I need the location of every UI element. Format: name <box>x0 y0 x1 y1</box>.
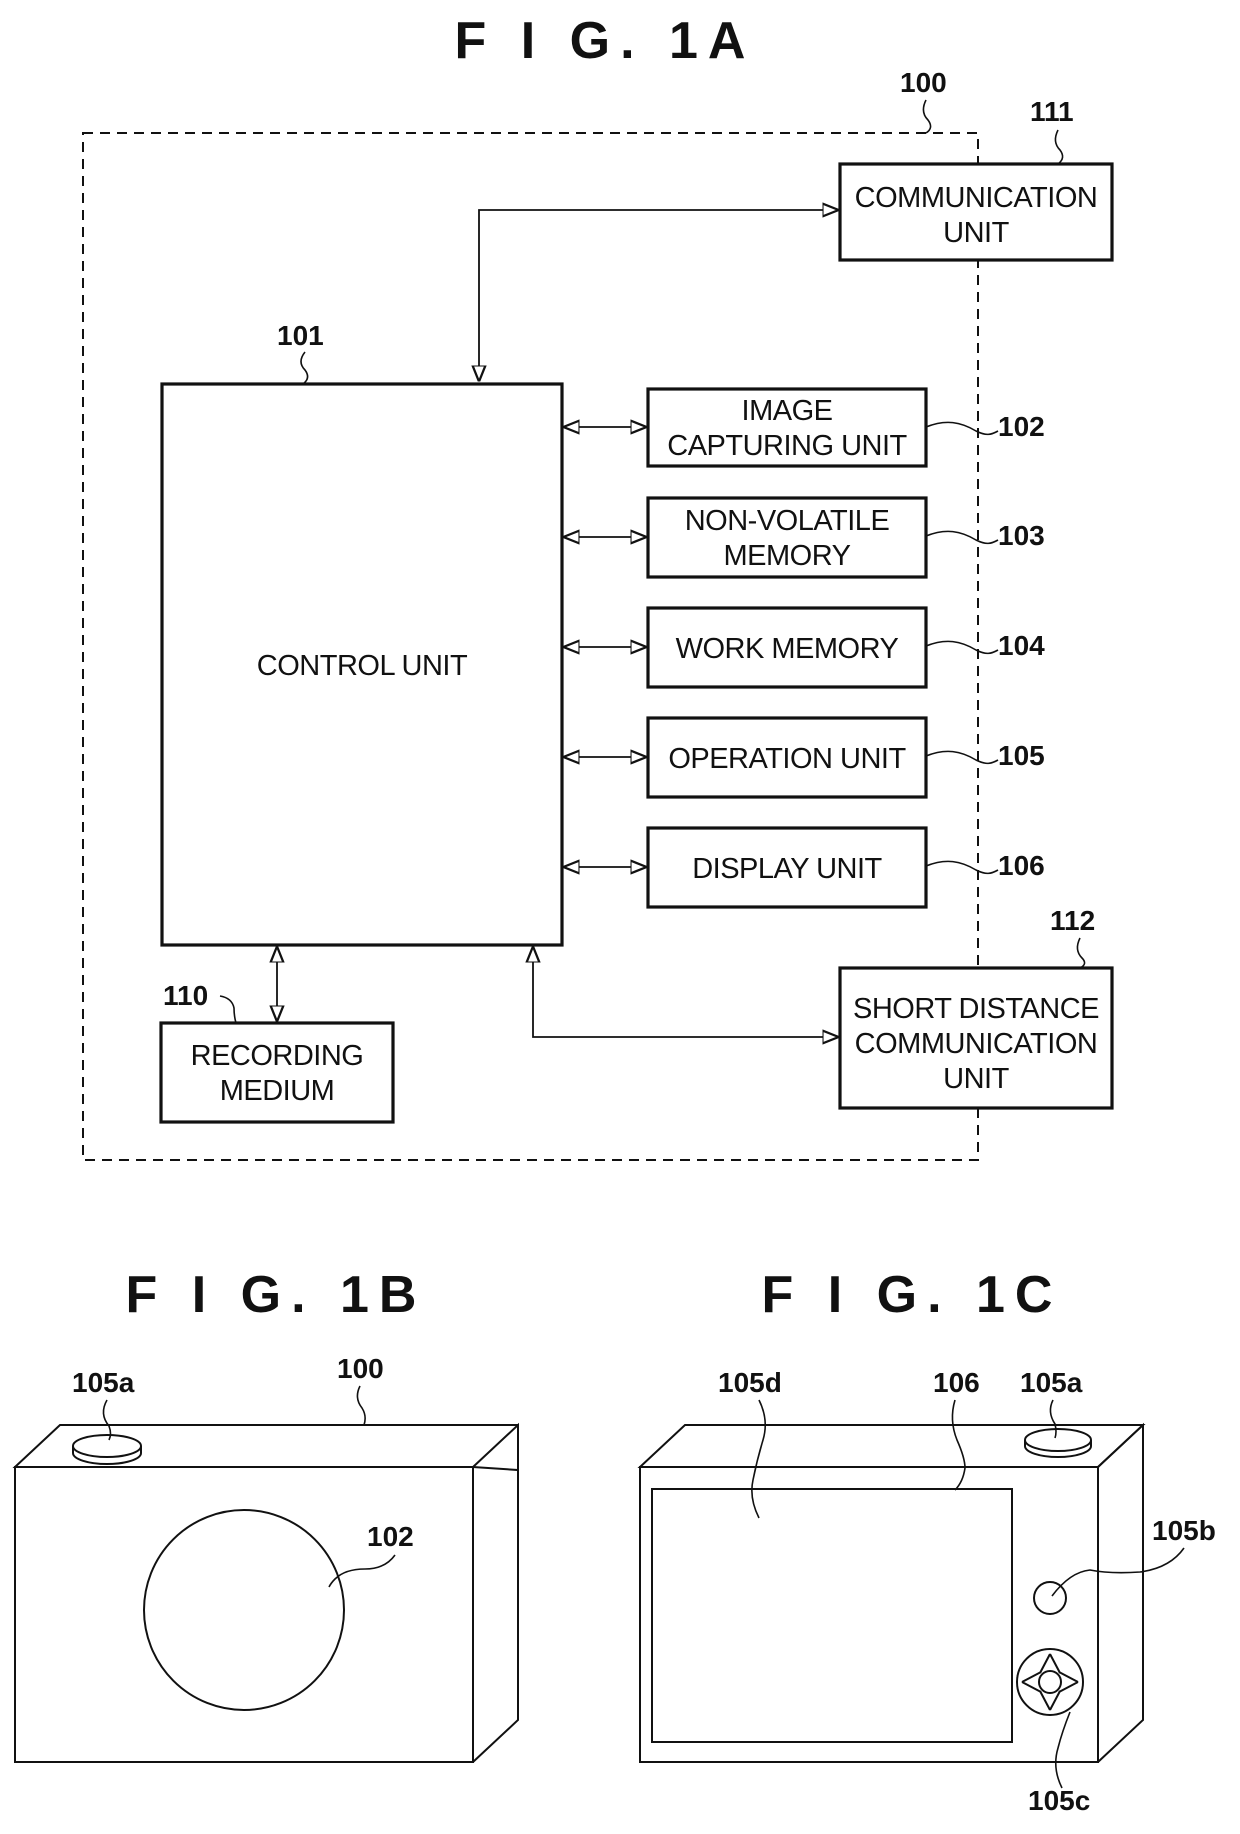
ref-106-rear: 106 <box>933 1367 980 1398</box>
ref-105: 105 <box>998 740 1045 771</box>
operation-unit-block: OPERATION UNIT 105 <box>646 716 1045 799</box>
patent-figure-sheet: F I G. 1A 100 CONTROL UNIT 101 IMAGE CAP… <box>12 12 1216 1816</box>
leader-101 <box>300 351 309 385</box>
display-unit-block: DISPLAY UNIT 106 <box>646 826 1045 909</box>
image-capturing-unit-block: IMAGE CAPTURING UNIT 102 <box>646 387 1045 468</box>
leader-100-front <box>356 1385 366 1426</box>
work-memory-block: WORK MEMORY 104 <box>646 606 1045 689</box>
ref-110: 110 <box>163 980 208 1011</box>
ref-100: 100 <box>900 67 947 98</box>
short-distance-label-3: UNIT <box>943 1063 1009 1095</box>
arrow-control-short-distance <box>533 948 837 1037</box>
leader-105c <box>1054 1711 1071 1789</box>
dpad-arrows <box>1021 1653 1079 1711</box>
figure-1a-title: F I G. 1A <box>455 12 756 70</box>
leader-105a-rear <box>1049 1399 1057 1439</box>
ref-106: 106 <box>998 850 1045 881</box>
camera-rear-top-face <box>637 1424 1146 1468</box>
ref-105d: 105d <box>718 1367 782 1398</box>
shutter-button-icon <box>72 1434 142 1458</box>
recording-medium-label-1: RECORDING <box>191 1040 364 1072</box>
ref-105a-rear: 105a <box>1020 1367 1083 1398</box>
leader-100 <box>922 99 932 134</box>
ref-104: 104 <box>998 630 1045 661</box>
camera-rear-face <box>639 1466 1099 1763</box>
leader-105a-front <box>102 1399 112 1441</box>
camera-front-view <box>12 1422 519 1763</box>
ref-111: 111 <box>1030 96 1074 127</box>
non-volatile-memory-label-2: MEMORY <box>724 540 851 572</box>
short-distance-communication-unit-block: SHORT DISTANCE COMMUNICATION UNIT 112 <box>838 905 1114 1110</box>
communication-unit-label-1: COMMUNICATION <box>855 182 1098 214</box>
arrow-control-communication <box>479 210 837 380</box>
camera-rear-side-face <box>1097 1422 1144 1763</box>
leader-112 <box>1076 937 1086 969</box>
lens-circle-icon <box>143 1509 345 1711</box>
non-volatile-memory-block: NON-VOLATILE MEMORY 103 <box>646 496 1045 579</box>
recording-medium-box <box>159 1021 395 1124</box>
shutter-button-rim <box>72 1446 142 1465</box>
communication-unit-block: COMMUNICATION UNIT 111 <box>838 96 1114 262</box>
leader-103 <box>925 530 999 545</box>
leader-106 <box>925 860 999 875</box>
ref-105c: 105c <box>1028 1785 1090 1816</box>
figure-1c: F I G. 1C 105d 106 105a 105b 105c <box>637 1266 1216 1816</box>
recording-medium-label-2: MEDIUM <box>220 1075 335 1107</box>
image-capturing-unit-label-1: IMAGE <box>742 395 833 427</box>
leader-110 <box>219 995 237 1024</box>
communication-unit-label-2: UNIT <box>943 217 1009 249</box>
work-memory-label: WORK MEMORY <box>676 633 899 665</box>
dpad-center <box>1038 1670 1062 1694</box>
control-unit-block: CONTROL UNIT 101 <box>160 320 564 947</box>
leader-104 <box>925 640 999 655</box>
dpad-outer-ring <box>1016 1648 1084 1716</box>
leader-102 <box>925 421 999 436</box>
leader-105 <box>925 750 999 765</box>
ref-105b: 105b <box>1152 1515 1216 1546</box>
round-button-icon <box>1033 1581 1067 1615</box>
leader-102-front <box>328 1554 396 1588</box>
ref-102-front: 102 <box>367 1521 414 1552</box>
camera-side-face <box>472 1422 519 1763</box>
leader-106-rear <box>951 1399 966 1491</box>
display-panel <box>651 1488 1013 1743</box>
figure-1b-title: F I G. 1B <box>126 1266 427 1324</box>
ref-100-front: 100 <box>337 1353 384 1384</box>
figure-1a: F I G. 1A 100 CONTROL UNIT 101 IMAGE CAP… <box>82 12 1114 1161</box>
dpad-icon <box>1016 1648 1084 1716</box>
short-distance-label-2: COMMUNICATION <box>855 1028 1098 1060</box>
camera-rear-view <box>637 1422 1146 1763</box>
leader-111 <box>1054 129 1064 165</box>
control-unit-label: CONTROL UNIT <box>257 650 468 682</box>
ref-112: 112 <box>1050 905 1095 936</box>
short-distance-label-1: SHORT DISTANCE <box>853 993 1099 1025</box>
image-capturing-unit-label-2: CAPTURING UNIT <box>667 430 907 462</box>
non-volatile-memory-label-1: NON-VOLATILE <box>685 505 890 537</box>
leader-105d <box>751 1399 767 1519</box>
ref-105a-front: 105a <box>72 1367 135 1398</box>
operation-unit-label: OPERATION UNIT <box>668 743 906 775</box>
figure-1c-title: F I G. 1C <box>762 1266 1063 1324</box>
ref-103: 103 <box>998 520 1045 551</box>
ref-102: 102 <box>998 411 1045 442</box>
figure-1b: F I G. 1B 105a 100 102 <box>12 1266 519 1763</box>
rear-shutter-button-icon <box>1024 1428 1092 1452</box>
display-unit-label: DISPLAY UNIT <box>692 853 882 885</box>
ref-101: 101 <box>277 320 324 351</box>
camera-front-face <box>14 1466 474 1763</box>
leader-105b <box>1051 1547 1185 1597</box>
